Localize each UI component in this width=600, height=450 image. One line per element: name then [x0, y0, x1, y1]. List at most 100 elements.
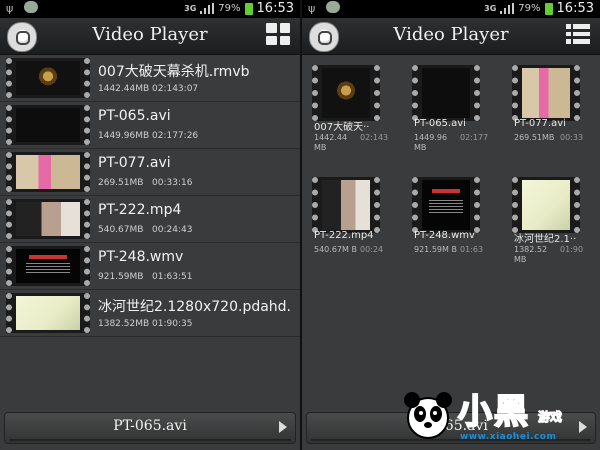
grid-view-button[interactable]	[266, 23, 292, 49]
thumbnail-image	[322, 180, 370, 230]
progress-track[interactable]	[9, 439, 291, 441]
battery-percent: 79%	[218, 3, 241, 14]
app-title-bar: Video Player	[302, 18, 600, 55]
video-thumbnail[interactable]	[6, 246, 90, 286]
video-thumbnail[interactable]	[412, 177, 480, 233]
network-type: 3G	[484, 3, 497, 13]
signal-icon	[200, 3, 215, 14]
video-thumbnail[interactable]	[512, 177, 580, 233]
battery-icon	[544, 2, 553, 15]
video-size: 1449.96 MB	[414, 133, 448, 152]
video-duration: 00:33	[560, 133, 584, 142]
video-name: 007大破天幕杀机.rmvb	[98, 64, 250, 80]
thumbnail-image	[522, 68, 570, 118]
thumbnail-image	[422, 68, 470, 118]
thumbnail-image	[522, 180, 570, 230]
video-name: PT-248.wmv	[98, 249, 184, 265]
video-size: 269.51MB	[98, 178, 144, 188]
watermark-url: www.xiaohei.com	[460, 432, 557, 442]
video-size: 1442.44 MB	[314, 133, 348, 152]
video-list-item[interactable]: PT-222.mp4 540.67MB 00:24:43	[0, 196, 300, 243]
watermark-game: 游戏	[537, 410, 563, 425]
video-name: PT-248.wmv	[414, 230, 475, 241]
app-title-bar: Video Player	[0, 18, 300, 55]
video-thumbnail[interactable]	[6, 105, 90, 145]
thumbnail-image	[16, 108, 80, 142]
list-icon	[566, 23, 590, 44]
video-name: PT-065.avi	[414, 118, 466, 129]
video-list-item[interactable]: 冰河世纪2.1280x720.pdahd. 1382.52MB 01:90:35	[0, 290, 300, 337]
thumbnail-image	[16, 155, 80, 189]
video-thumbnail[interactable]	[6, 199, 90, 239]
video-list: 007大破天幕杀机.rmvb 1442.44MB 02:143:07 PT-065.a…	[0, 55, 300, 337]
chat-icon	[326, 1, 340, 13]
grid-icon	[266, 23, 290, 45]
thumbnail-image	[16, 61, 80, 95]
video-duration: 01:63:51	[152, 272, 193, 282]
signal-icon	[500, 3, 515, 14]
thumbnail-image	[16, 202, 80, 236]
video-size: 540.67M B	[314, 245, 357, 254]
video-thumbnail[interactable]	[312, 177, 380, 233]
video-name: PT-222.mp4	[314, 230, 374, 241]
video-duration: 02:177:26	[152, 131, 199, 141]
video-thumbnail[interactable]	[312, 65, 380, 121]
video-duration: 01:90:35	[152, 319, 193, 329]
video-size: 1449.96MB	[98, 131, 150, 141]
panda-logo-icon	[404, 392, 452, 439]
video-thumbnail[interactable]	[6, 293, 90, 333]
clock: 16:53	[256, 1, 294, 16]
video-list-item[interactable]: 007大破天幕杀机.rmvb 1442.44MB 02:143:07	[0, 55, 300, 102]
video-grid-item[interactable]: PT-077.avi 269.51MB 00:33	[512, 55, 600, 155]
video-size: 1382.52MB	[98, 319, 150, 329]
list-view-screen: ψ 3G 79% 16:53 Video Player 007大破天幕杀机.rm…	[0, 0, 300, 450]
chat-icon	[24, 1, 38, 13]
video-grid-item[interactable]: 007大破天·· 1442.44 MB 02:143	[312, 55, 404, 155]
clock: 16:53	[556, 1, 594, 16]
play-icon[interactable]	[279, 421, 287, 433]
thumbnail-image	[322, 68, 370, 118]
video-name: 冰河世纪2.1280x720.pdahd.	[98, 299, 292, 315]
video-name: PT-077.avi	[514, 118, 566, 129]
video-duration: 00:33:16	[152, 178, 193, 188]
usb-icon: ψ	[6, 2, 14, 15]
video-size: 921.59MB	[98, 272, 144, 282]
video-grid-item[interactable]: PT-248.wmv 921.59M B 01:63	[412, 167, 504, 267]
status-bar: ψ 3G 79% 16:53	[0, 0, 300, 18]
video-thumbnail[interactable]	[412, 65, 480, 121]
page-title: Video Player	[393, 24, 509, 45]
now-playing-title: PT-065.avi	[113, 418, 187, 434]
site-watermark: 小黑 游戏 www.xiaohei.com	[402, 380, 598, 448]
video-thumbnail[interactable]	[512, 65, 580, 121]
battery-icon	[244, 2, 253, 15]
usb-icon: ψ	[308, 2, 316, 15]
network-type: 3G	[184, 3, 197, 13]
video-duration: 01:90	[560, 245, 584, 254]
video-size: 540.67MB	[98, 225, 144, 235]
video-duration: 02:177	[460, 133, 489, 142]
video-duration: 02:143	[360, 133, 389, 142]
video-duration: 01:63	[460, 245, 484, 254]
video-grid-item[interactable]: 冰河世纪2.1·· 1382.52 MB 01:90	[512, 167, 600, 267]
video-grid-item[interactable]: PT-065.avi 1449.96 MB 02:177	[412, 55, 504, 155]
video-size: 921.59M B	[414, 245, 457, 254]
video-name: 冰河世纪2.1··	[514, 234, 577, 245]
video-grid-item[interactable]: PT-222.mp4 540.67M B 00:24	[312, 167, 404, 267]
watermark-brand: 小黑	[457, 391, 530, 433]
video-duration: 00:24:43	[152, 225, 193, 235]
video-name: 007大破天··	[314, 122, 370, 133]
video-name: PT-065.avi	[98, 108, 171, 124]
video-name: PT-222.mp4	[98, 202, 182, 218]
video-size: 1382.52 MB	[514, 245, 548, 264]
now-playing-bar[interactable]: PT-065.avi	[4, 412, 296, 444]
page-title: Video Player	[92, 24, 208, 45]
video-size: 269.51MB	[514, 133, 555, 142]
video-thumbnail[interactable]	[6, 152, 90, 192]
video-thumbnail[interactable]	[6, 58, 90, 98]
battery-percent: 79%	[518, 3, 541, 14]
video-list-item[interactable]: PT-065.avi 1449.96MB 02:177:26	[0, 102, 300, 149]
list-view-button[interactable]	[566, 23, 592, 49]
video-list-item[interactable]: PT-248.wmv 921.59MB 01:63:51	[0, 243, 300, 290]
status-bar: ψ 3G 79% 16:53	[302, 0, 600, 18]
video-list-item[interactable]: PT-077.avi 269.51MB 00:33:16	[0, 149, 300, 196]
